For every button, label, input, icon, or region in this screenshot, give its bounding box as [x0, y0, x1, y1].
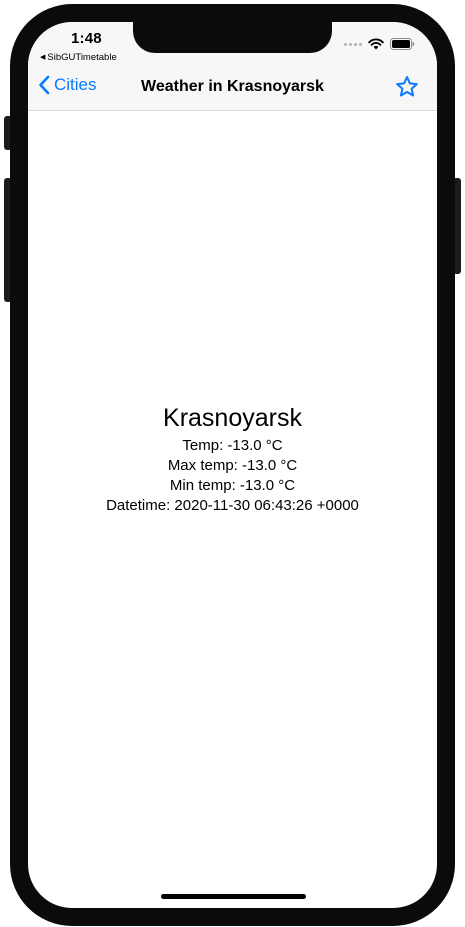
device-page: 1:48 ◀ SibGUTimetable Cities Weather in … — [0, 0, 465, 927]
star-outline-icon — [396, 76, 418, 97]
back-to-app-link[interactable]: ◀ SibGUTimetable — [40, 52, 117, 63]
favorite-button[interactable] — [395, 75, 419, 103]
wifi-icon — [368, 38, 384, 50]
back-app-label: SibGUTimetable — [47, 52, 117, 63]
status-indicators — [344, 38, 415, 50]
page-title: Weather in Krasnoyarsk — [141, 78, 324, 95]
temperature-label: Temp: -13.0 °C — [182, 437, 283, 454]
weather-details: Krasnoyarsk Temp: -13.0 °C Max temp: -13… — [28, 402, 437, 516]
home-indicator[interactable] — [161, 894, 306, 899]
status-time: 1:48 — [71, 30, 102, 47]
datetime-label: Datetime: 2020-11-30 06:43:26 +0000 — [106, 497, 359, 514]
cellular-signal-icon — [344, 42, 362, 46]
max-temperature-label: Max temp: -13.0 °C — [167, 457, 298, 474]
navigation-bar: Cities Weather in Krasnoyarsk — [28, 66, 437, 111]
notch — [133, 22, 332, 53]
city-name: Krasnoyarsk — [163, 404, 302, 432]
back-triangle-icon: ◀ — [40, 54, 46, 61]
screen: 1:48 ◀ SibGUTimetable Cities Weather in … — [28, 22, 437, 908]
battery-icon — [390, 38, 415, 50]
min-temperature-label: Min temp: -13.0 °C — [169, 477, 296, 494]
